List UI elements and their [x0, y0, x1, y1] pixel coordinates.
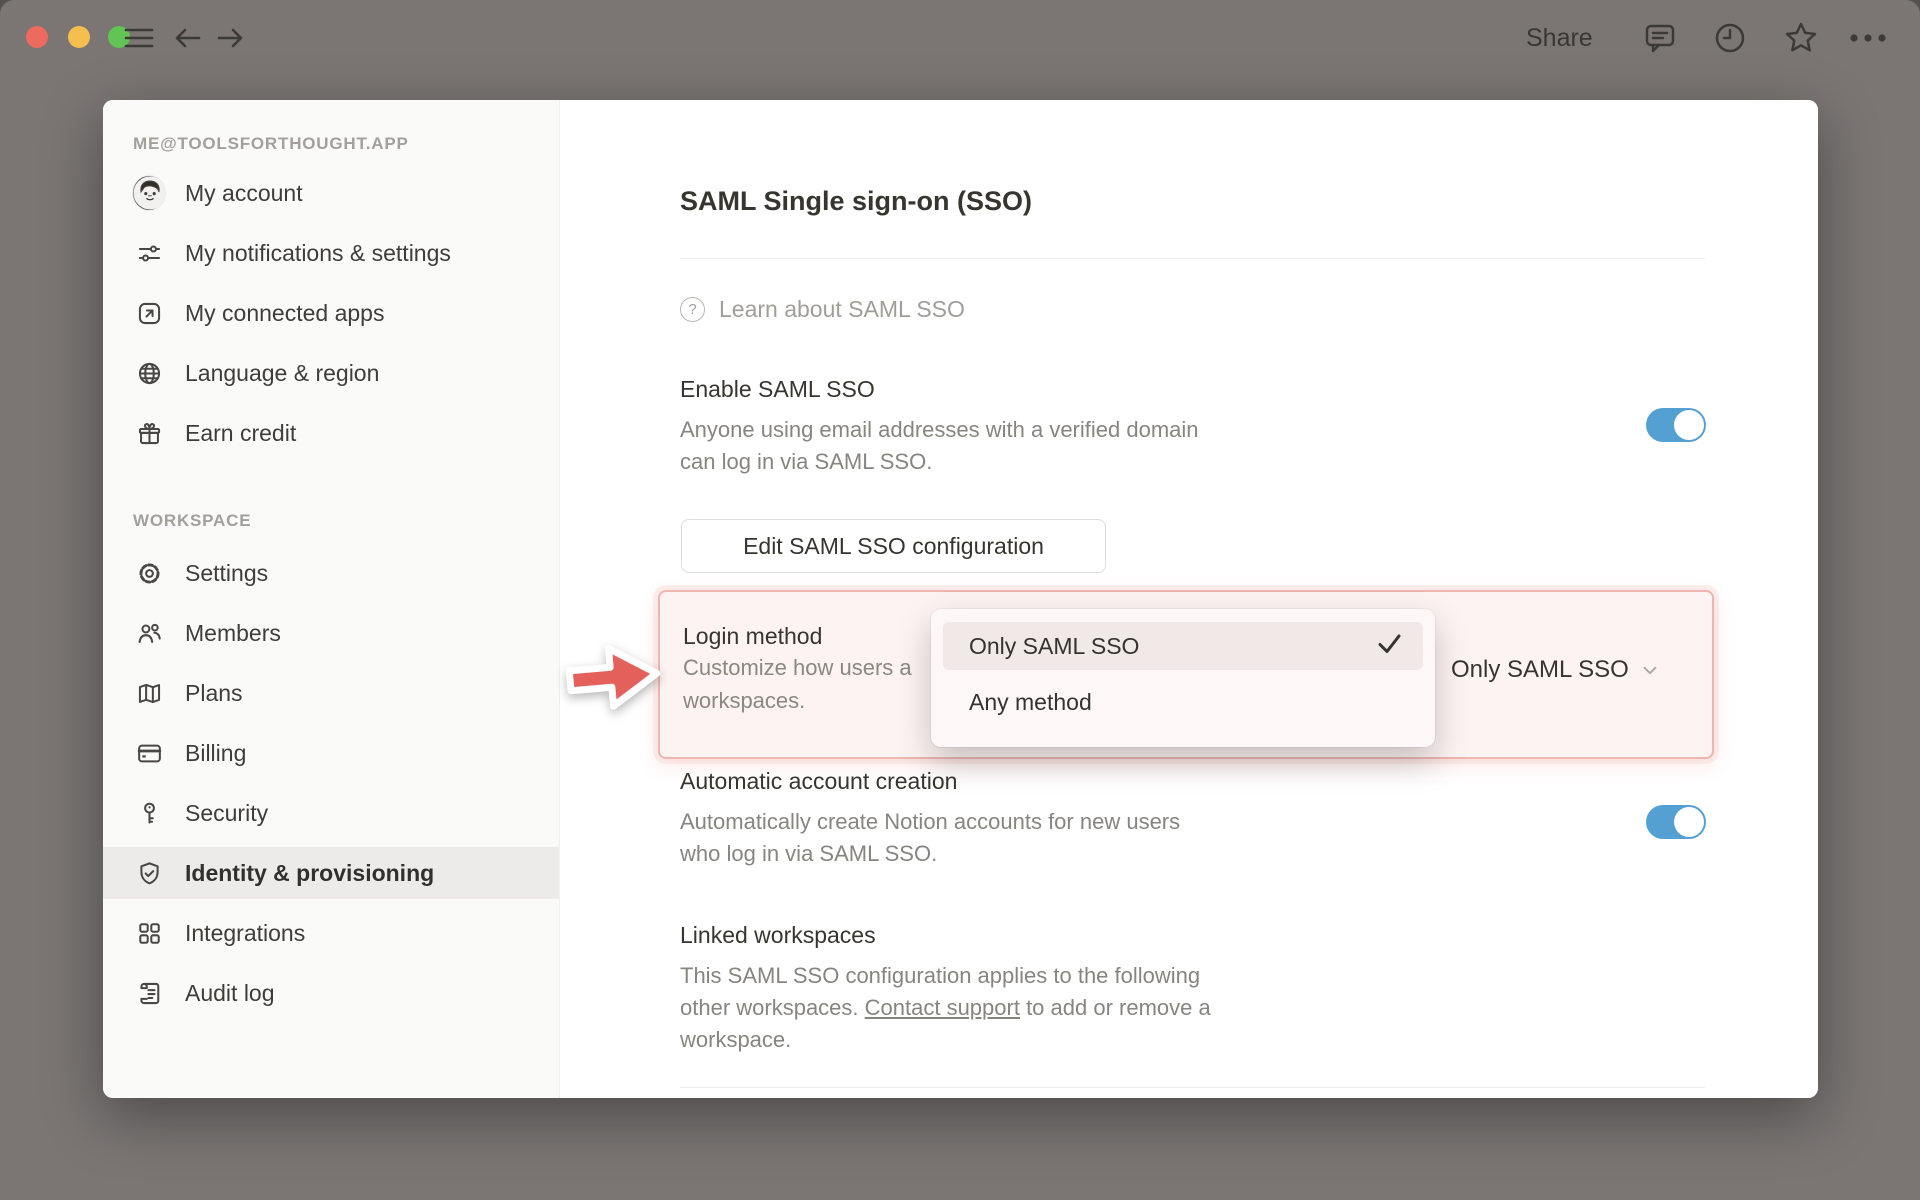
contact-support-link[interactable]: Contact support — [865, 995, 1020, 1020]
account-nav-list: My account My notifications & settings My … — [103, 167, 559, 467]
back-icon[interactable] — [170, 0, 206, 76]
login-method-heading: Login method — [683, 623, 823, 649]
sidebar-item-integrations[interactable]: Integrations — [103, 907, 559, 959]
sidebar-item-label: Integrations — [185, 919, 306, 946]
sidebar-item-audit-log[interactable]: Audit log — [103, 967, 559, 1019]
ellipsis-icon[interactable] — [1846, 0, 1890, 76]
sidebar-item-label: Members — [185, 619, 281, 646]
star-icon[interactable] — [1779, 0, 1823, 76]
sidebar-item-identity-provisioning[interactable]: Identity & provisioning — [103, 847, 559, 899]
learn-about-saml-link[interactable]: ? Learn about SAML SSO — [680, 296, 965, 323]
audit-log-icon — [133, 977, 165, 1009]
hamburger-menu-icon[interactable] — [121, 0, 157, 76]
sliders-icon — [133, 237, 165, 269]
sidebar-item-label: Settings — [185, 559, 269, 586]
sidebar-item-settings[interactable]: Settings — [103, 547, 559, 599]
gift-icon — [133, 417, 165, 449]
map-icon — [133, 677, 165, 709]
enable-saml-toggle[interactable] — [1646, 408, 1706, 442]
dropdown-option-any-method[interactable]: Any method — [943, 678, 1423, 726]
shield-check-icon — [133, 857, 165, 889]
external-link-icon — [133, 297, 165, 329]
members-icon — [133, 617, 165, 649]
page-title: SAML Single sign-on (SSO) — [680, 186, 1033, 216]
login-method-description-line2: workspaces. — [683, 688, 806, 713]
bottom-divider — [680, 1087, 1705, 1088]
sidebar-item-security[interactable]: Security — [103, 787, 559, 839]
auto-account-toggle[interactable] — [1646, 805, 1706, 839]
sidebar-item-label: Audit log — [185, 979, 275, 1006]
help-circle-icon: ? — [680, 297, 705, 322]
sidebar-item-label: Earn credit — [185, 419, 297, 446]
red-pointer-arrow — [565, 644, 661, 710]
dropdown-option-label: Only SAML SSO — [969, 632, 1140, 659]
titlebar: Share — [0, 0, 1920, 76]
close-window-button[interactable] — [26, 26, 48, 48]
toggle-knob — [1674, 807, 1704, 837]
sidebar-item-label: My notifications & settings — [185, 239, 451, 266]
sidebar-item-my-notifications-settings[interactable]: My notifications & settings — [103, 227, 559, 279]
clock-icon[interactable] — [1708, 0, 1752, 76]
settings-content: SAML Single sign-on (SSO) ? Learn about … — [560, 100, 1818, 1098]
minimize-window-button[interactable] — [68, 26, 90, 48]
sidebar-item-label: Plans — [185, 679, 243, 706]
login-method-select[interactable]: Only SAML SSO — [1451, 656, 1661, 684]
login-method-selected-value: Only SAML SSO — [1451, 656, 1629, 683]
account-email-heading: ME@TOOLSFORTHOUGHT.APP — [133, 134, 409, 153]
sidebar-item-language-region[interactable]: Language & region — [103, 347, 559, 399]
edit-saml-config-button[interactable]: Edit SAML SSO configuration — [681, 519, 1106, 573]
sidebar-item-plans[interactable]: Plans — [103, 667, 559, 719]
sidebar-item-label: Security — [185, 799, 269, 826]
auto-account-description: Automatically create Notion accounts for… — [680, 809, 1181, 866]
toggle-knob — [1674, 410, 1704, 440]
settings-sidebar: ME@TOOLSFORTHOUGHT.APP My account My noti… — [103, 100, 560, 1098]
chevron-down-icon — [1643, 666, 1657, 675]
sidebar-item-my-connected-apps[interactable]: My connected apps — [103, 287, 559, 339]
login-method-dropdown-menu: Only SAML SSO Any method — [931, 609, 1435, 747]
login-method-description-line1: Customize how users a — [683, 655, 912, 680]
title-divider — [680, 258, 1705, 259]
linked-workspaces-description: This SAML SSO configuration applies to t… — [680, 960, 1228, 1056]
sidebar-item-my-account[interactable]: My account — [103, 167, 559, 219]
workspace-nav-list: Settings Members Plans Billing Security Ident… — [103, 547, 559, 1027]
grid-icon — [133, 917, 165, 949]
linked-workspaces-heading: Linked workspaces — [680, 922, 876, 948]
enable-saml-description: Anyone using email addresses with a veri… — [680, 417, 1199, 474]
credit-card-icon — [133, 737, 165, 769]
sidebar-item-label: Language & region — [185, 359, 380, 386]
window: Share ME@TOOLSFORTHOUGHT.APP My account M… — [0, 0, 1920, 1200]
sidebar-item-members[interactable]: Members — [103, 607, 559, 659]
forward-icon[interactable] — [212, 0, 248, 76]
globe-icon — [133, 357, 165, 389]
sidebar-item-billing[interactable]: Billing — [103, 727, 559, 779]
learn-link-label: Learn about SAML SSO — [719, 296, 965, 322]
avatar — [133, 176, 165, 210]
dropdown-option-only-saml-sso[interactable]: Only SAML SSO — [943, 622, 1423, 670]
key-icon — [133, 797, 165, 829]
enable-saml-heading: Enable SAML SSO — [680, 376, 875, 402]
settings-dialog: ME@TOOLSFORTHOUGHT.APP My account My noti… — [103, 100, 1818, 1098]
comment-icon[interactable] — [1638, 0, 1682, 76]
sidebar-item-label: My connected apps — [185, 299, 385, 326]
user-avatar — [133, 176, 165, 210]
dropdown-option-label: Any method — [969, 688, 1092, 715]
sidebar-item-label: Billing — [185, 739, 247, 766]
sidebar-item-earn-credit[interactable]: Earn credit — [103, 407, 559, 459]
share-button[interactable]: Share — [1526, 0, 1593, 76]
sidebar-item-label: Identity & provisioning — [185, 859, 435, 886]
checkmark-icon — [1376, 630, 1403, 663]
auto-account-heading: Automatic account creation — [680, 768, 958, 794]
sidebar-item-label: My account — [185, 179, 303, 206]
gear-icon — [133, 557, 165, 589]
workspace-heading: WORKSPACE — [133, 511, 252, 530]
